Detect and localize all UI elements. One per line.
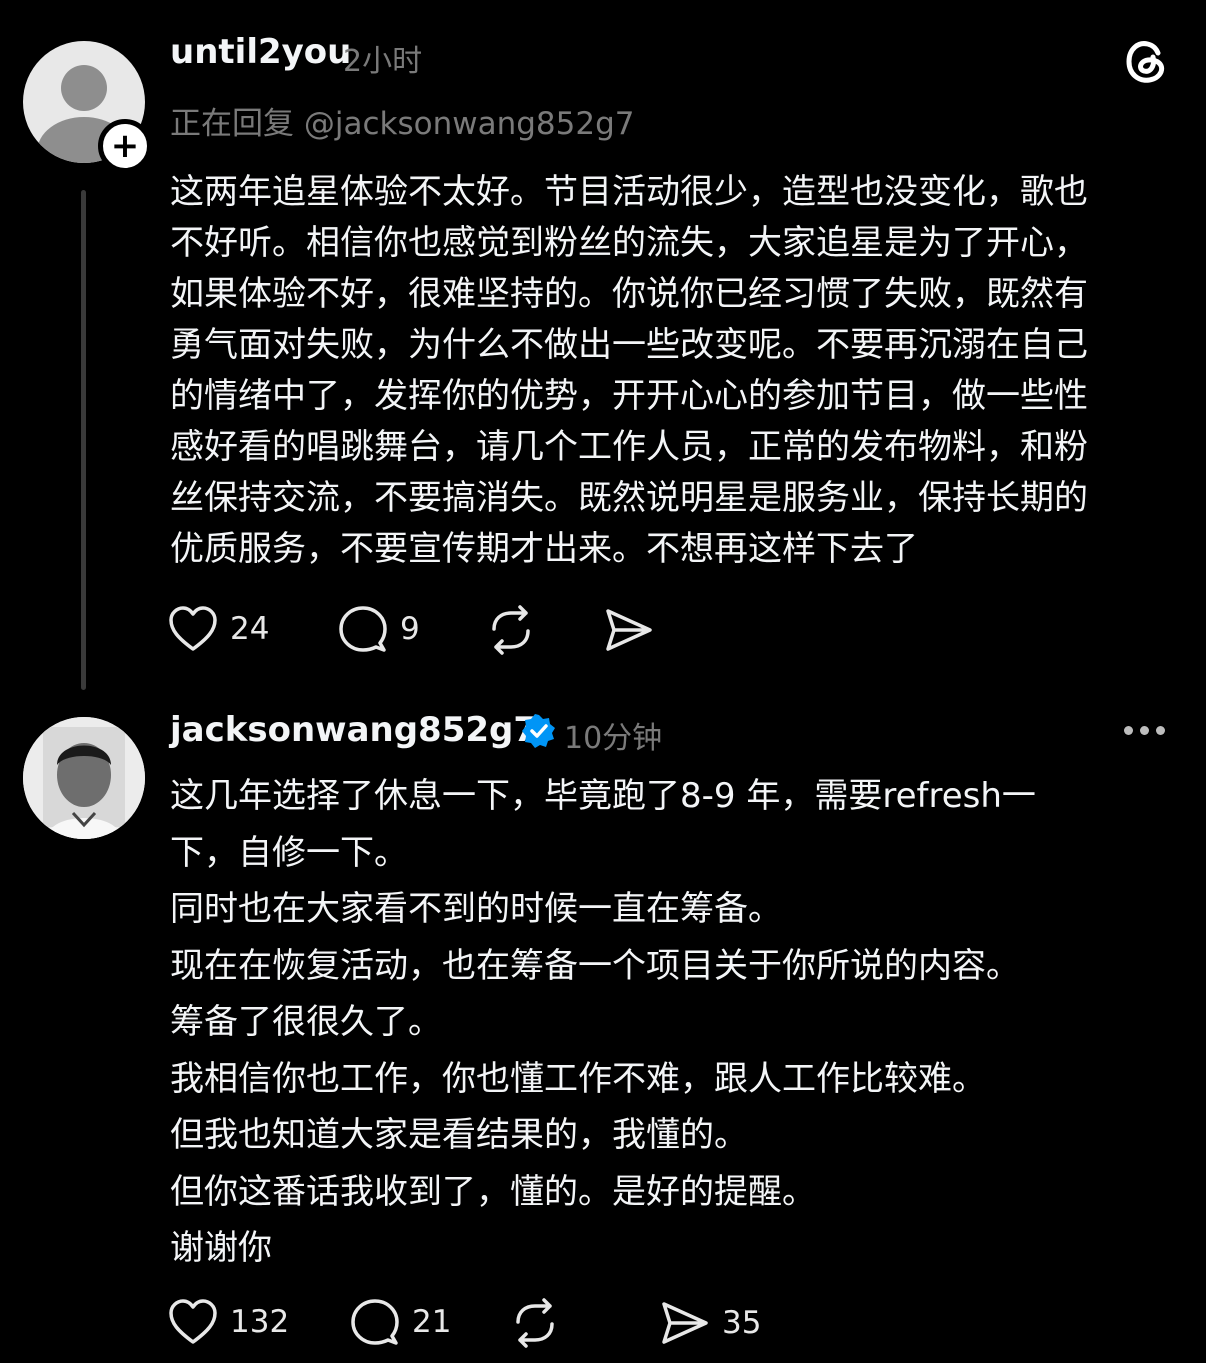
heart-icon bbox=[169, 1299, 217, 1344]
more-icon[interactable] bbox=[1124, 726, 1165, 735]
comment-icon bbox=[351, 1299, 399, 1345]
reply-line: 下，自修一下。 bbox=[170, 832, 408, 873]
post-username[interactable]: until2you bbox=[170, 32, 351, 72]
threads-logo[interactable] bbox=[1120, 35, 1172, 87]
verified-badge-icon bbox=[522, 714, 555, 748]
repost-icon bbox=[492, 605, 530, 655]
send-icon bbox=[662, 1302, 708, 1344]
reply-line: 这几年选择了休息一下，毕竟跑了8-9 年，需要refresh一 bbox=[170, 776, 1036, 816]
reply-line: 现在在恢复活动，也在筹备一个项目关于你所说的内容。 bbox=[170, 945, 1020, 986]
post-line: 这两年追星体验不太好。节目活动很少，造型也没变化，歌也 bbox=[170, 172, 1088, 212]
reply-line: 筹备了很很久了。 bbox=[170, 1002, 442, 1042]
reply-line: 但你这番话我收到了，懂的。是好的提醒。 bbox=[170, 1171, 816, 1212]
follow-plus-icon[interactable]: + bbox=[98, 119, 152, 173]
post-line: 的情绪中了，发挥你的优势，开开心心的参加节目，做一些性 bbox=[170, 376, 1088, 416]
post-time: 2小时 bbox=[343, 44, 423, 79]
like-count: 132 bbox=[230, 1304, 290, 1340]
reply-time: 10分钟 bbox=[564, 721, 663, 756]
reply-line: 谢谢你 bbox=[170, 1228, 272, 1268]
post-body: 这两年追星体验不太好。节目活动很少，造型也没变化，歌也 不好听。相信你也感觉到粉… bbox=[170, 167, 1160, 575]
post-line: 勇气面对失败，为什么不做出一些改变呢。不要再沉溺在自己 bbox=[170, 325, 1088, 365]
reply-line: 但我也知道大家是看结果的，我懂的。 bbox=[170, 1115, 748, 1155]
reply-username[interactable]: jacksonwang852g7 bbox=[170, 710, 537, 750]
post-line: 如果体验不好，很难坚持的。你说你已经习惯了失败，既然有 bbox=[170, 274, 1088, 314]
post-line: 感好看的唱跳舞台，请几个工作人员，正常的发布物料，和粉 bbox=[170, 427, 1088, 467]
share-button[interactable] bbox=[604, 607, 654, 653]
reply-count: 21 bbox=[412, 1304, 452, 1340]
repost-button[interactable] bbox=[486, 605, 536, 655]
reply-to-label[interactable]: 正在回复 @jacksonwang852g7 bbox=[170, 98, 634, 143]
share-count: 35 bbox=[722, 1305, 762, 1341]
reply-line: 我相信你也工作，你也懂工作不难，跟人工作比较难。 bbox=[170, 1058, 986, 1099]
avatar[interactable] bbox=[23, 717, 145, 839]
avatar-photo bbox=[23, 717, 145, 839]
post-line: 不好听。相信你也感觉到粉丝的流失，大家追星是为了开心， bbox=[170, 223, 1088, 263]
comment-button[interactable]: 9 bbox=[338, 605, 420, 653]
like-count: 24 bbox=[230, 611, 270, 647]
repost-icon bbox=[516, 1298, 554, 1348]
like-button[interactable]: 24 bbox=[168, 605, 269, 653]
reply-count: 9 bbox=[400, 611, 420, 647]
like-button[interactable]: 132 bbox=[168, 1298, 289, 1346]
post-line: 优质服务，不要宣传期才出来。不想再这样下去了 bbox=[170, 529, 918, 569]
post-line: 丝保持交流，不要搞消失。既然说明星是服务业，保持长期的 bbox=[170, 478, 1088, 518]
comment-icon bbox=[339, 606, 387, 652]
send-icon bbox=[606, 609, 652, 651]
comment-button[interactable]: 21 bbox=[350, 1298, 451, 1346]
repost-button[interactable] bbox=[510, 1298, 560, 1348]
share-button[interactable]: 35 bbox=[660, 1300, 761, 1346]
heart-icon bbox=[169, 606, 217, 651]
thread-line bbox=[81, 190, 86, 690]
avatar-placeholder-head bbox=[61, 65, 107, 111]
reply-body: 这几年选择了休息一下，毕竟跑了8-9 年，需要refresh一 下，自修一下。 … bbox=[170, 768, 1160, 1277]
reply-line: 同时也在大家看不到的时候一直在筹备。 bbox=[170, 889, 782, 929]
